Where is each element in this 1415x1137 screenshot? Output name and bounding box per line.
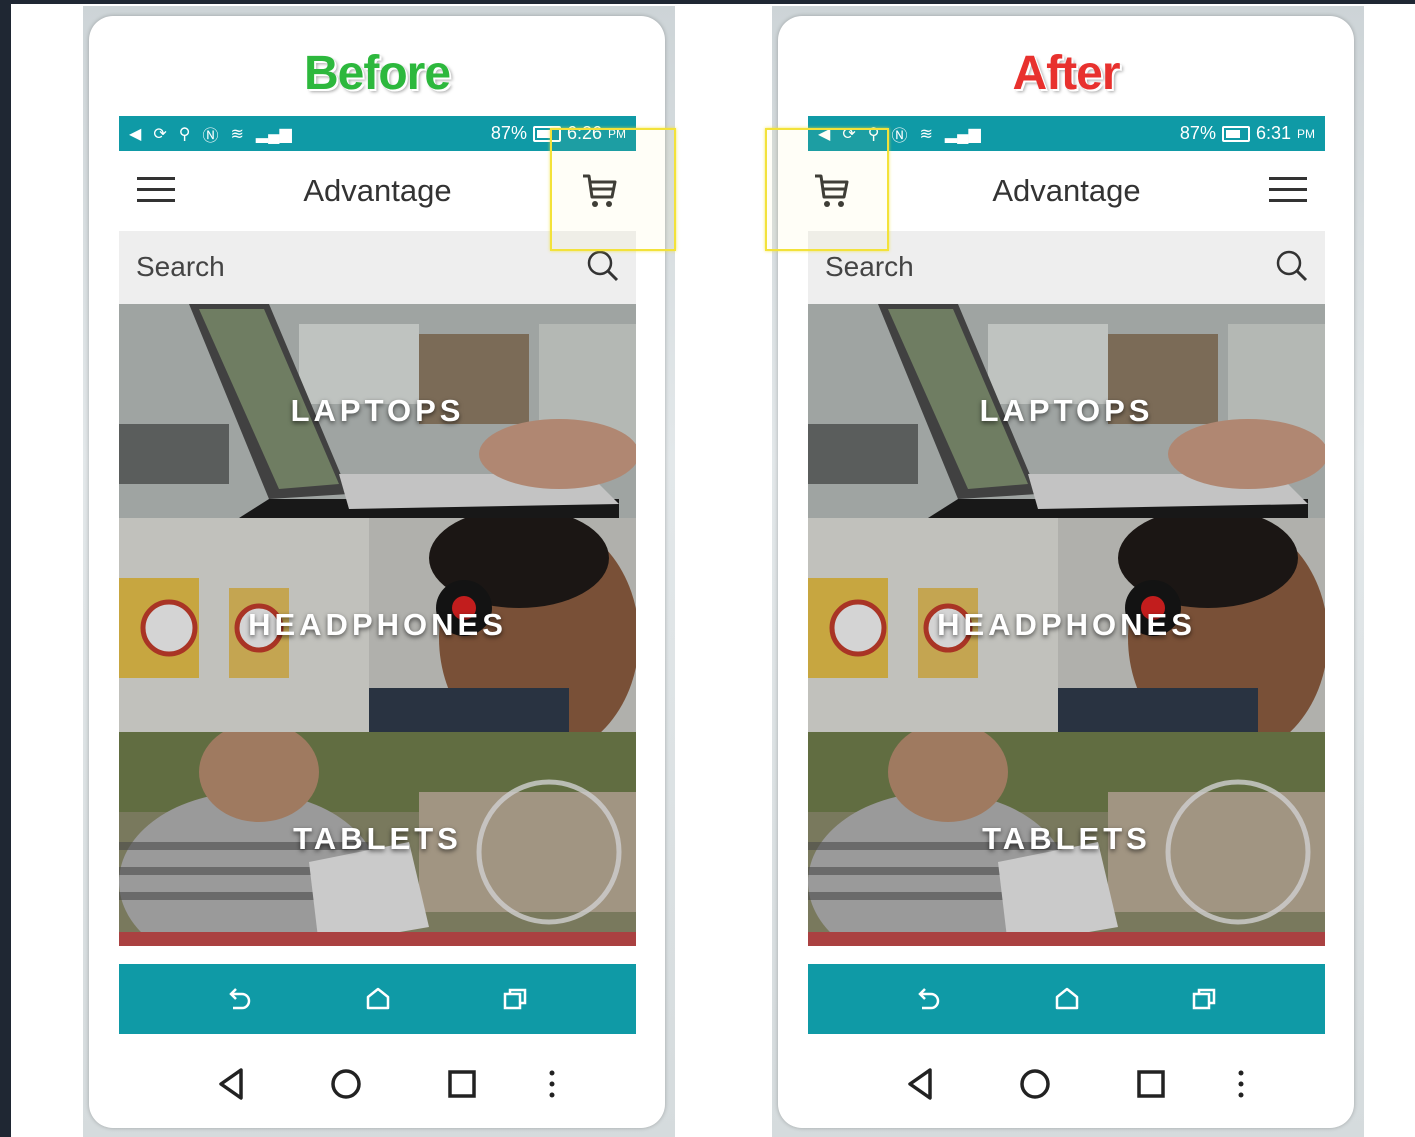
category-label: LAPTOPS (290, 393, 465, 428)
battery-percent: 87% (1179, 123, 1216, 143)
battery-icon (1221, 125, 1250, 142)
recent-apps-icon[interactable] (1189, 984, 1219, 1014)
recent-apps-icon[interactable] (500, 984, 530, 1014)
cart-highlight-box (550, 128, 676, 251)
system-nav (778, 1064, 1354, 1104)
category-label: TABLETS (982, 821, 1151, 856)
search-input[interactable] (136, 249, 556, 285)
category-label: LAPTOPS (979, 393, 1154, 428)
panel-heading: After (1012, 47, 1120, 100)
square-overview-icon[interactable] (1131, 1064, 1171, 1104)
search-icon[interactable] (1275, 249, 1309, 283)
circle-home-icon[interactable] (326, 1064, 366, 1104)
home-icon[interactable] (363, 984, 393, 1014)
triangle-back-icon[interactable] (900, 1064, 940, 1104)
category-tile-headphones[interactable]: HEADPHONES (808, 518, 1325, 732)
search-icon[interactable] (586, 249, 620, 283)
overflow-menu-icon[interactable] (532, 1064, 572, 1104)
wifi-icon: ≋ (230, 125, 244, 143)
home-icon[interactable] (1052, 984, 1082, 1014)
panel-heading: Before (303, 47, 451, 100)
category-tile-headphones[interactable]: HEADPHONES (119, 518, 636, 732)
back-icon[interactable] (913, 984, 943, 1014)
category-tile-tablets[interactable]: TABLETS (119, 732, 636, 946)
usb-icon: ⚲ (178, 125, 191, 143)
category-tile-laptops[interactable]: LAPTOPS (808, 304, 1325, 518)
cart-highlight-box (765, 128, 889, 251)
wifi-icon: ≋ (919, 125, 933, 143)
nfc-icon: Ⓝ (202, 127, 219, 145)
phone-screen: ◀ ⟳ ⚲ Ⓝ ≋ ▂▄▆ 87% 6:31 PM Advantage Sear… (808, 116, 1325, 1034)
phone-screen: ◀ ⟳ ⚲ Ⓝ ≋ ▂▄▆ 87% 6:26 PM Advantage Sear… (119, 116, 636, 1034)
category-label: HEADPHONES (937, 607, 1196, 642)
signal-icon: ▂▄▆ (944, 125, 981, 143)
circle-home-icon[interactable] (1015, 1064, 1055, 1104)
sync-icon: ⟳ (153, 125, 167, 143)
notification-icon: ◀ (129, 125, 142, 143)
signal-icon: ▂▄▆ (255, 125, 292, 143)
clock: 6:31 (1255, 123, 1291, 143)
status-icons: ◀ ⟳ ⚲ Ⓝ ≋ ▂▄▆ (129, 122, 491, 146)
menu-icon[interactable] (1269, 175, 1307, 205)
clock-ampm: PM (1297, 126, 1315, 141)
app-nav-bar (808, 964, 1325, 1034)
category-label: TABLETS (293, 821, 462, 856)
nfc-icon: Ⓝ (891, 127, 908, 145)
category-tile-tablets[interactable]: TABLETS (808, 732, 1325, 946)
top-border (0, 0, 1415, 4)
left-border (0, 0, 11, 1137)
system-nav (89, 1064, 665, 1104)
search-input[interactable] (825, 249, 1245, 285)
battery-percent: 87% (490, 123, 527, 143)
triangle-back-icon[interactable] (211, 1064, 251, 1104)
overflow-menu-icon[interactable] (1221, 1064, 1261, 1104)
app-nav-bar (119, 964, 636, 1034)
back-icon[interactable] (224, 984, 254, 1014)
category-tile-laptops[interactable]: LAPTOPS (119, 304, 636, 518)
category-label: HEADPHONES (248, 607, 507, 642)
square-overview-icon[interactable] (442, 1064, 482, 1104)
